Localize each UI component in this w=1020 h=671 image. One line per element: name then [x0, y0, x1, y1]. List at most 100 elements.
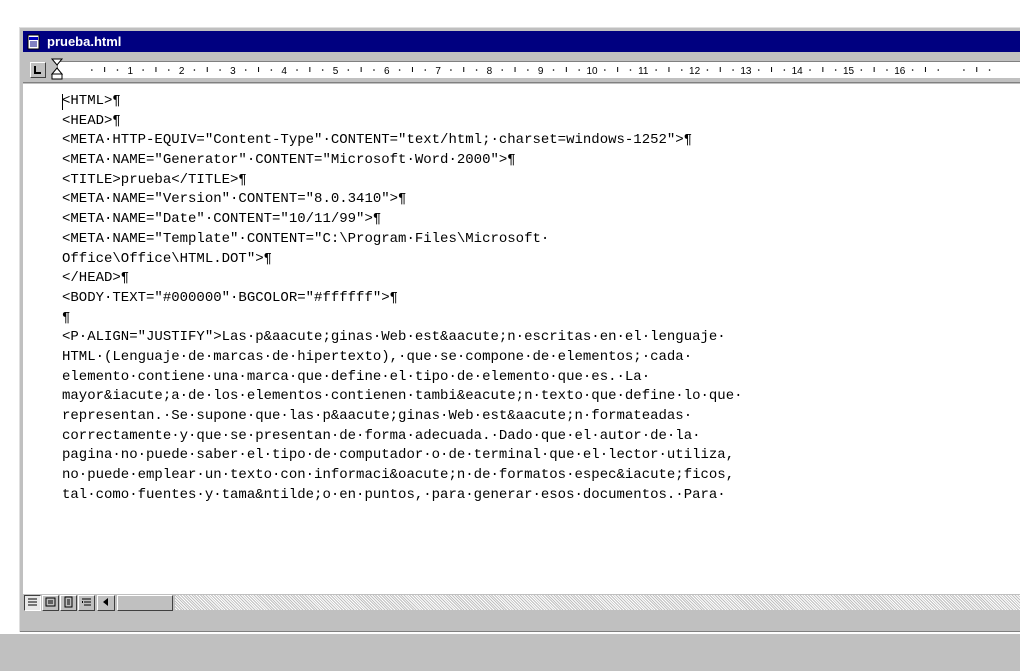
ruler-tick: [809, 69, 811, 71]
left-tab-icon: [34, 66, 41, 74]
document-line: correctamente·y·que·se·presentan·de·form…: [62, 427, 701, 444]
ruler-tick: [680, 69, 683, 71]
scroll-left-button[interactable]: [97, 595, 115, 611]
application-status-area: [0, 634, 1020, 671]
ruler-tick: [604, 69, 606, 71]
ruler-number: 7: [435, 66, 441, 77]
document-line: tal·como·fuentes·y·tama&ntilde;o·en·punt…: [62, 486, 726, 503]
ruler-tick: [988, 69, 991, 71]
ruler-tick: [91, 69, 93, 71]
ruler-tick: [373, 69, 375, 71]
document-line: <P·ALIGN="JUSTIFY">Las·p&aacute;ginas·We…: [62, 329, 726, 346]
window-titlebar[interactable]: prueba.html: [23, 31, 1020, 52]
ruler-number: 10: [586, 66, 598, 77]
horizontal-scroll-thumb[interactable]: [117, 595, 173, 611]
ruler-tick: [706, 69, 709, 71]
print-layout-icon: [64, 596, 73, 608]
text-cursor: [62, 94, 63, 110]
ruler-bar: 1 2 3 4 5 6 7 8 9 10 11 12 13 14 15 16: [23, 56, 1020, 83]
ruler-tick: [757, 69, 760, 71]
horizontal-ruler[interactable]: 1 2 3 4 5 6 7 8 9 10 11 12 13 14 15 16: [57, 61, 1020, 78]
ruler-tick: [732, 69, 734, 71]
ruler-tick: [552, 69, 555, 71]
document-line: no·puede·emplear·un·texto·con·informaci&…: [62, 467, 735, 484]
document-line: representan.·Se·supone·que·las·p&aacute;…: [62, 408, 693, 424]
document-line: Office\Office\HTML.DOT">¶: [62, 250, 273, 267]
document-line: pagina·no·puede·saber·el·tipo·de·computa…: [62, 447, 735, 464]
ruler-number: 8: [487, 66, 493, 77]
document-line: <META·HTTP-EQUIV="Content-Type"·CONTENT=…: [62, 132, 693, 149]
document-window: prueba.html 1 2 3 4 5 6 7 8 9 10 11 12 13 14 15 16 <HTM…: [19, 27, 1020, 632]
ruler-number: 12: [689, 66, 701, 77]
document-line: HTML·(Lenguaje·de·marcas·de·hipertexto),…: [62, 348, 693, 365]
ruler-tick: [193, 69, 196, 71]
ruler-tick: [886, 69, 888, 71]
document-line: </HEAD>¶: [62, 270, 130, 287]
document-line: mayor&iacute;a·de·los·elementos·contiene…: [62, 388, 743, 405]
ruler-tick: [167, 69, 170, 71]
ruler-tick: [527, 69, 529, 71]
left-arrow-icon: [103, 598, 108, 606]
ruler-tick: [911, 69, 914, 71]
ruler-number: 16: [894, 66, 906, 77]
ruler-tick: [860, 69, 863, 71]
normal-view-icon: [28, 598, 37, 606]
ruler-tick: [501, 69, 504, 71]
outline-view-icon: [82, 598, 91, 606]
ruler-number: 15: [843, 66, 855, 77]
document-line: <HTML>¶: [62, 93, 121, 109]
indent-marker-icon[interactable]: [51, 58, 65, 80]
ruler-tick: [347, 69, 350, 71]
ruler-tick: [629, 69, 632, 71]
ruler-tick: [116, 69, 119, 71]
ruler-number: 3: [230, 66, 236, 77]
ruler-tick: [142, 69, 144, 71]
ruler-number: 14: [792, 66, 804, 77]
document-editing-area[interactable]: <HTML>¶ <HEAD>¶ <META·HTTP-EQUIV="Content-…: [23, 84, 1020, 594]
ruler-tick: [834, 69, 837, 71]
ruler-scale: 1 2 3 4 5 6 7 8 9 10 11 12 13 14 15 16: [91, 66, 991, 77]
ruler-tick: [937, 69, 940, 71]
ruler-tick: [270, 69, 273, 71]
ruler-tick: [244, 69, 247, 71]
document-line: <HEAD>¶: [62, 112, 121, 129]
web-layout-icon: [45, 597, 56, 607]
ruler-number: 9: [538, 66, 544, 77]
document-line: ¶: [62, 309, 71, 326]
ruler-tick: [296, 69, 298, 71]
document-line: <BODY·TEXT="#000000"·BGCOLOR="#ffffff">¶: [62, 289, 399, 306]
document-text: <HTML>¶ <HEAD>¶ <META·HTTP-EQUIV="Content-…: [62, 92, 743, 505]
ruler-number: 1: [128, 66, 134, 77]
window-title: prueba.html: [47, 34, 122, 49]
normal-view-button[interactable]: [24, 595, 41, 611]
ruler-tick: [321, 69, 324, 71]
ruler-number: 4: [281, 66, 287, 77]
ruler-tick: [475, 69, 478, 71]
ruler-number: 11: [638, 66, 649, 77]
document-line: <META·NAME="Generator"·CONTENT="Microsof…: [62, 152, 516, 169]
document-line: elemento·contiene·una·marca·que·define·e…: [62, 368, 651, 385]
ruler-tick: [398, 69, 401, 71]
ruler-tick: [424, 69, 427, 71]
ruler-tick: [963, 69, 965, 71]
ruler-tick: [578, 69, 580, 71]
document-line: <META·NAME="Template"·CONTENT="C:\Progra…: [62, 230, 550, 247]
web-layout-view-button[interactable]: [42, 595, 59, 611]
document-line: <TITLE>prueba</TITLE>¶: [62, 171, 247, 188]
ruler-tick: [655, 69, 657, 71]
word-document-icon: [27, 34, 40, 49]
tab-selector-button[interactable]: [30, 62, 46, 78]
ruler-tick: [783, 69, 786, 71]
print-layout-view-button[interactable]: [60, 595, 77, 611]
ruler-number: 5: [333, 66, 339, 77]
ruler-number: 13: [740, 66, 752, 77]
horizontal-scroll-track[interactable]: [175, 595, 1020, 610]
ruler-tick: [450, 69, 452, 71]
ruler-number: 6: [384, 66, 390, 77]
window-bottom-frame: [23, 613, 1020, 629]
ruler-tick: [219, 69, 221, 71]
ruler-number: 2: [179, 66, 185, 77]
view-and-scroll-bar: [23, 594, 1020, 612]
outline-view-button[interactable]: [78, 595, 95, 611]
document-line: <META·NAME="Date"·CONTENT="10/11/99">¶: [62, 211, 382, 228]
